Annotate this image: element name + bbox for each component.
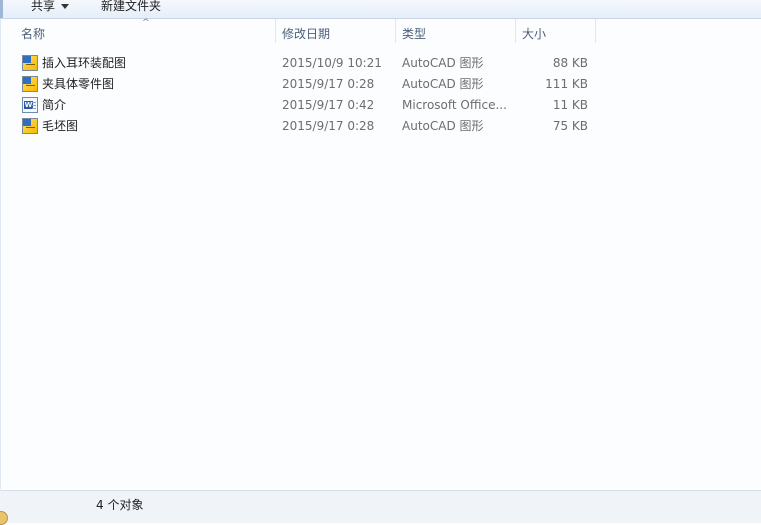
- item-count: 4 个对象: [96, 498, 144, 512]
- column-divider[interactable]: [595, 19, 596, 43]
- share-button[interactable]: 共享: [31, 0, 70, 15]
- file-name: 简介: [42, 98, 67, 112]
- file-type: AutoCAD 图形: [402, 56, 484, 70]
- file-date: 2015/9/17 0:28: [282, 77, 375, 91]
- file-type: AutoCAD 图形: [402, 77, 484, 91]
- chevron-down-icon: [61, 4, 70, 9]
- file-row[interactable]: 夹具体零件图 2015/9/17 0:28 AutoCAD 图形 111 KB: [1, 74, 761, 95]
- file-row[interactable]: W 简介 2015/9/17 0:42 Microsoft Office... …: [1, 95, 761, 116]
- command-bar: 共享 新建文件夹: [0, 0, 761, 19]
- file-size: 75 KB: [552, 119, 588, 133]
- file-row[interactable]: 插入耳环装配图 2015/10/9 10:21 AutoCAD 图形 88 KB: [1, 53, 761, 74]
- autocad-drawing-icon: [22, 76, 38, 92]
- column-header-date[interactable]: 修改日期: [276, 19, 395, 46]
- status-bar: 4 个对象: [0, 490, 761, 525]
- column-header-size[interactable]: 大小: [516, 19, 595, 46]
- file-list-pane[interactable]: ^ 名称 修改日期 类型 大小 插入耳环装配图 2015/10/9 10:21 …: [0, 19, 761, 489]
- file-size: 11 KB: [552, 98, 588, 112]
- column-header-name[interactable]: 名称: [15, 19, 275, 46]
- file-name: 插入耳环装配图: [42, 56, 127, 70]
- file-date: 2015/10/9 10:21: [282, 56, 382, 70]
- share-label: 共享: [31, 0, 56, 13]
- file-type: AutoCAD 图形: [402, 119, 484, 133]
- folder-icon: [0, 511, 8, 525]
- toolbar-left-edge: [0, 0, 3, 18]
- new-folder-button[interactable]: 新建文件夹: [101, 0, 161, 15]
- file-size: 111 KB: [545, 77, 588, 91]
- file-name: 毛坯图: [42, 119, 79, 133]
- file-date: 2015/9/17 0:28: [282, 119, 375, 133]
- column-header-type[interactable]: 类型: [396, 19, 515, 46]
- autocad-drawing-icon: [22, 118, 38, 134]
- file-row[interactable]: 毛坯图 2015/9/17 0:28 AutoCAD 图形 75 KB: [1, 116, 761, 137]
- file-size: 88 KB: [552, 56, 588, 70]
- autocad-drawing-icon: [22, 55, 38, 71]
- word-document-icon: W: [22, 97, 38, 113]
- file-date: 2015/9/17 0:42: [282, 98, 375, 112]
- column-headers: ^ 名称 修改日期 类型 大小: [1, 19, 761, 46]
- file-type: Microsoft Office...: [402, 98, 507, 112]
- file-name: 夹具体零件图: [42, 77, 115, 91]
